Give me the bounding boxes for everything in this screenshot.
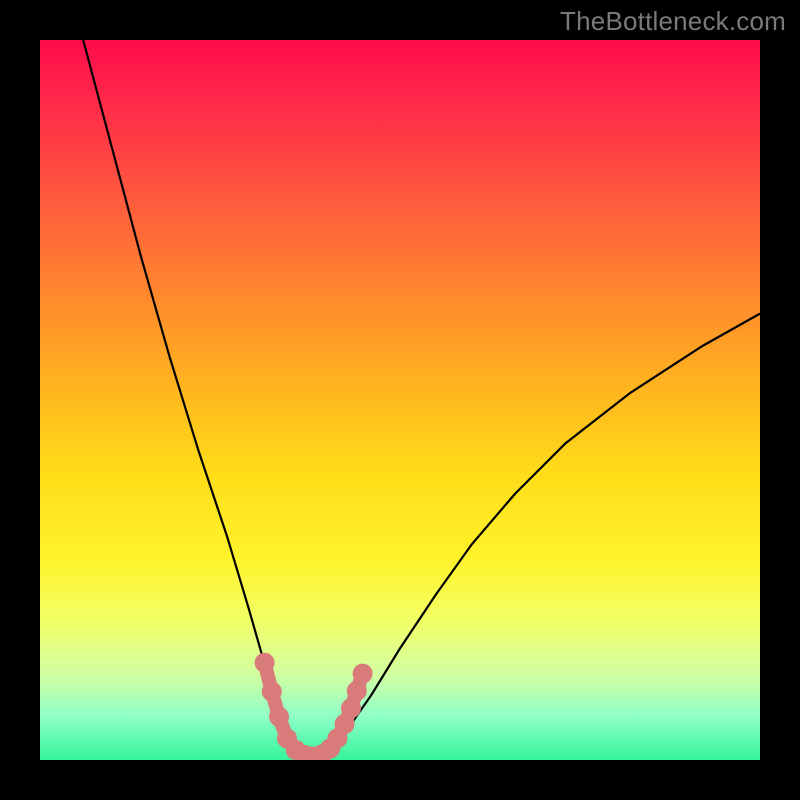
- valley-highlight: [255, 653, 373, 760]
- highlight-dot: [347, 681, 367, 701]
- highlight-dot: [353, 664, 373, 684]
- plot-area: [40, 40, 760, 760]
- highlight-dot: [255, 653, 275, 673]
- bottleneck-curve: [83, 40, 760, 756]
- highlight-dot: [269, 707, 289, 727]
- watermark-text: TheBottleneck.com: [560, 6, 786, 37]
- highlight-dot: [341, 698, 361, 718]
- highlight-dot: [262, 682, 282, 702]
- chart-frame: TheBottleneck.com: [0, 0, 800, 800]
- chart-svg: [40, 40, 760, 760]
